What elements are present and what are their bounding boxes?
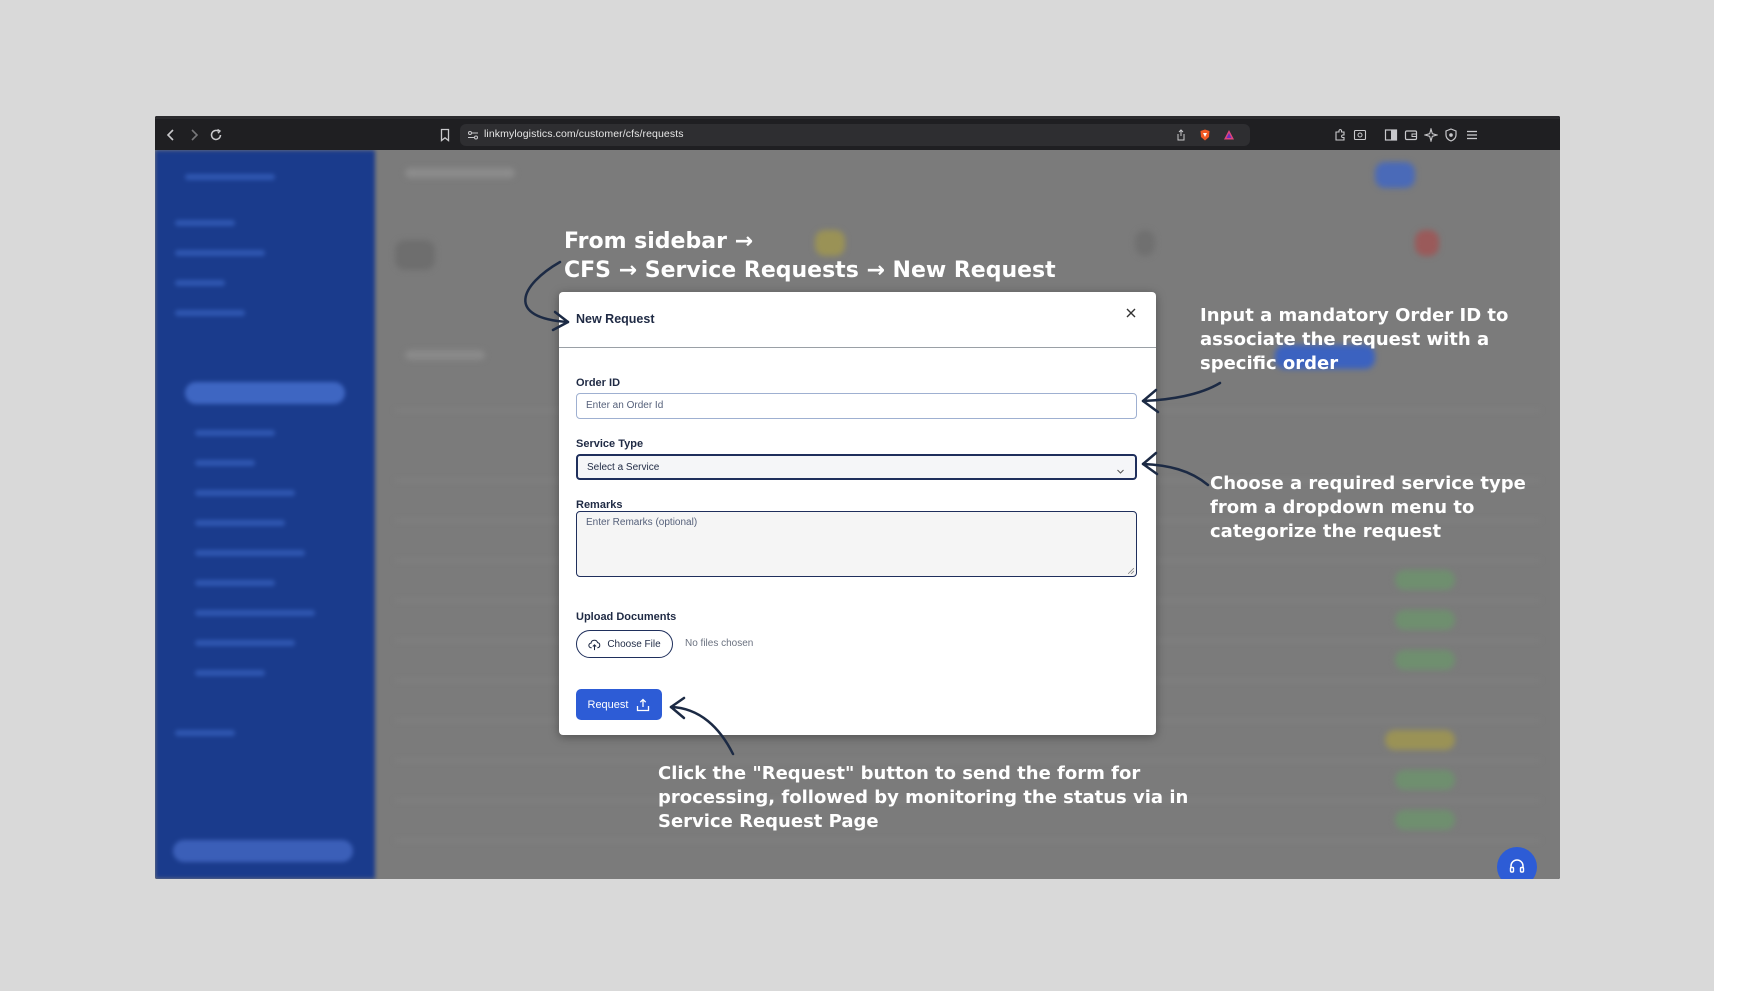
close-icon[interactable] xyxy=(1123,305,1139,321)
upload-documents-label: Upload Documents xyxy=(576,611,677,623)
service-type-annotation-line1: Choose a required service type xyxy=(1210,473,1526,494)
wallet-icon[interactable] xyxy=(1403,127,1419,143)
service-type-annotation-line3: categorize the request xyxy=(1210,521,1442,542)
reload-icon[interactable] xyxy=(208,127,224,143)
choose-file-label: Choose File xyxy=(607,638,661,650)
screenshot-icon[interactable] xyxy=(1352,127,1368,143)
service-type-select[interactable]: Select a Service xyxy=(576,454,1137,480)
upload-cloud-icon xyxy=(588,639,601,650)
share-icon[interactable] xyxy=(1174,128,1188,142)
navigation-annotation-line2: CFS → Service Requests → New Request xyxy=(564,258,1056,283)
forward-icon[interactable] xyxy=(186,127,202,143)
right-border xyxy=(1714,0,1745,997)
resize-grip-icon[interactable] xyxy=(1128,568,1134,574)
order-id-annotation-line2: associate the request with a xyxy=(1200,329,1490,350)
remarks-label: Remarks xyxy=(576,499,623,511)
brave-rewards-icon[interactable] xyxy=(1222,128,1236,142)
extensions-icon[interactable] xyxy=(1332,127,1348,143)
order-id-placeholder: Enter an Order Id xyxy=(586,400,664,411)
remarks-textarea[interactable]: Enter Remarks (optional) xyxy=(576,511,1137,577)
leo-ai-icon[interactable] xyxy=(1423,127,1439,143)
address-bar[interactable]: linkmylogistics.com/customer/cfs/request… xyxy=(460,124,1250,146)
file-status-text: No files chosen xyxy=(685,638,754,649)
blurred-sidebar xyxy=(155,150,375,879)
headset-icon xyxy=(1509,859,1525,873)
url-text: linkmylogistics.com/customer/cfs/request… xyxy=(484,128,684,140)
order-id-input[interactable]: Enter an Order Id xyxy=(576,393,1137,419)
request-annotation: Click the "Request" button to send the f… xyxy=(658,762,1188,834)
navigation-annotation-line1: From sidebar → xyxy=(564,229,754,254)
modal-title: New Request xyxy=(576,312,655,326)
remarks-placeholder: Enter Remarks (optional) xyxy=(586,517,698,528)
request-button[interactable]: Request xyxy=(576,689,662,720)
request-annotation-line2: processing, followed by monitoring the s… xyxy=(658,787,1189,808)
order-id-label: Order ID xyxy=(576,377,621,389)
request-button-label: Request xyxy=(587,698,629,711)
request-annotation-line3: Service Request Page xyxy=(658,811,879,832)
service-type-value: Select a Service xyxy=(587,462,660,473)
bookmark-icon[interactable] xyxy=(437,127,453,143)
support-button[interactable] xyxy=(1497,847,1537,879)
choose-file-button[interactable]: Choose File xyxy=(576,630,673,658)
request-annotation-line1: Click the "Request" button to send the f… xyxy=(658,763,1141,784)
service-type-annotation-line2: from a dropdown menu to xyxy=(1210,497,1475,518)
menu-icon[interactable] xyxy=(1464,127,1480,143)
bottom-border xyxy=(0,991,1745,997)
site-settings-icon[interactable] xyxy=(466,128,480,142)
service-type-label: Service Type xyxy=(576,438,644,450)
sidebar-icon[interactable] xyxy=(1383,127,1399,143)
new-request-modal: New Request Order ID Enter an Order Id S… xyxy=(559,292,1156,735)
modal-divider xyxy=(559,347,1156,348)
browser-toolbar: linkmylogistics.com/customer/cfs/request… xyxy=(155,116,1560,150)
chevron-down-icon xyxy=(1116,463,1125,474)
order-id-annotation: Input a mandatory Order ID to associate … xyxy=(1200,304,1508,376)
back-icon[interactable] xyxy=(163,127,179,143)
service-type-annotation: Choose a required service type from a dr… xyxy=(1210,472,1526,544)
brave-shield-icon[interactable] xyxy=(1198,128,1212,142)
navigation-annotation: From sidebar → CFS → Service Requests → … xyxy=(564,227,1056,285)
vpn-icon[interactable] xyxy=(1443,127,1459,143)
order-id-annotation-line3: specific order xyxy=(1200,353,1339,374)
order-id-annotation-line1: Input a mandatory Order ID to xyxy=(1200,305,1509,326)
upload-icon xyxy=(637,698,650,711)
